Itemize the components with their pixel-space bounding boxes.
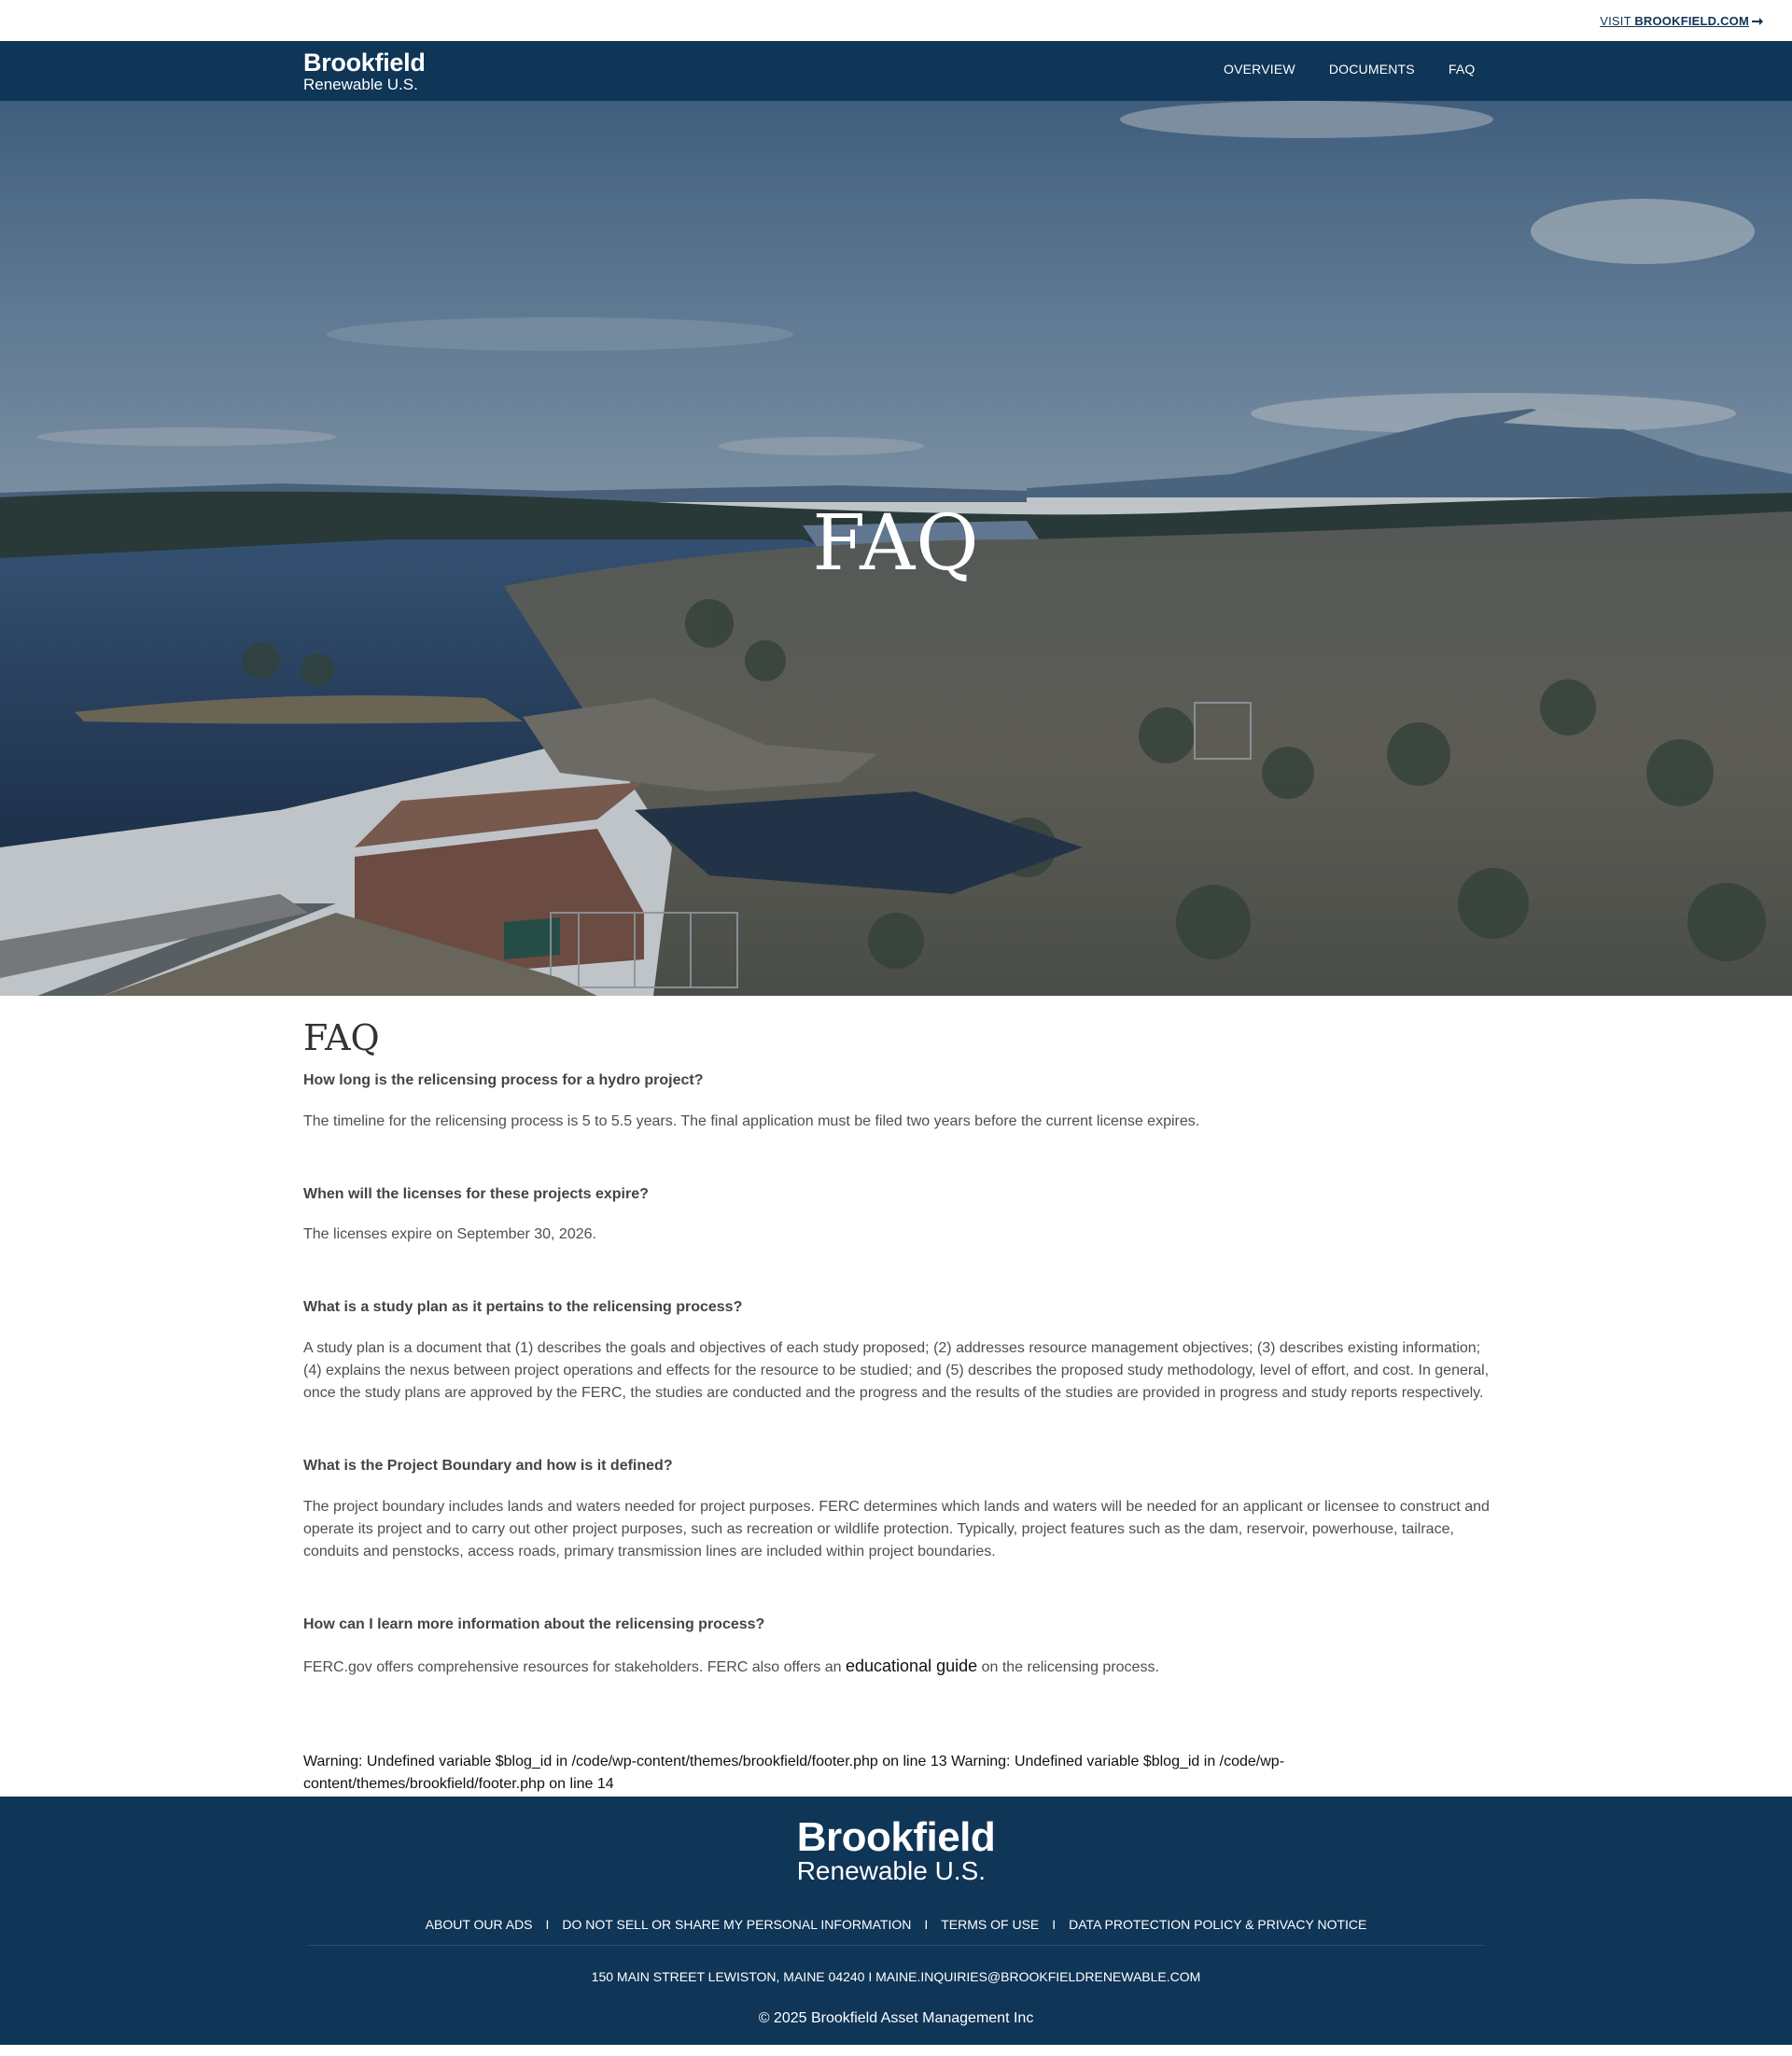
nav-faq[interactable]: FAQ (1449, 62, 1476, 77)
faq-answer-text: on the relicensing process. (977, 1658, 1159, 1675)
faq-answer: A study plan is a document that (1) desc… (303, 1340, 1490, 1402)
faq-answer-text: FERC.gov offers comprehensive resources … (303, 1658, 846, 1675)
faq-question: How can I learn more information about t… (303, 1615, 765, 1632)
footer-divider (308, 1944, 1484, 1946)
faq-answer: The timeline for the relicensing process… (303, 1112, 1200, 1129)
faq-item: How long is the relicensing process for … (303, 1071, 1493, 1133)
utility-bar: VISIT BROOKFIELD.COM (0, 0, 1792, 41)
visit-brookfield-link[interactable]: VISIT BROOKFIELD.COM (1600, 14, 1763, 28)
footer-logo-link[interactable]: Brookfield Renewable U.S. (796, 1813, 996, 1885)
footer-separator: I (924, 1916, 929, 1932)
footer-logo-subtitle: Renewable U.S. (796, 1855, 987, 1885)
faq-item: What is a study plan as it pertains to t… (303, 1298, 1493, 1405)
footer-link-terms[interactable]: TERMS OF USE (941, 1917, 1039, 1932)
arrow-right-icon (1752, 18, 1763, 25)
main-content: FAQ How long is the relicensing process … (303, 996, 1493, 1796)
main-nav: Brookfield Renewable U.S. OVERVIEW DOCUM… (0, 41, 1792, 101)
faq-question: What is a study plan as it pertains to t… (303, 1299, 743, 1316)
hero-banner: FAQ (0, 101, 1792, 996)
faq-question: How long is the relicensing process for … (303, 1071, 704, 1088)
faq-answer: The licenses expire on September 30, 202… (303, 1226, 596, 1243)
footer-link-about-ads[interactable]: ABOUT OUR ADS (426, 1917, 533, 1932)
footer-separator: I (1052, 1916, 1057, 1932)
nav-documents[interactable]: DOCUMENTS (1329, 62, 1415, 77)
nav-overview[interactable]: OVERVIEW (1224, 62, 1295, 77)
footer-logo-brand: Brookfield (796, 1813, 996, 1860)
footer-separator: I (545, 1916, 550, 1932)
educational-guide-link[interactable]: educational guide (846, 1657, 977, 1675)
faq-item: How can I learn more information about t… (303, 1615, 1493, 1679)
hero-title: FAQ (812, 499, 980, 588)
logo-brand: Brookfield (303, 49, 426, 77)
footer-link-privacy[interactable]: DATA PROTECTION POLICY & PRIVACY NOTICE (1069, 1917, 1366, 1932)
faq-answer: FERC.gov offers comprehensive resources … (303, 1655, 1493, 1679)
logo-subtitle: Renewable U.S. (303, 76, 418, 93)
visit-domain: BROOKFIELD.COM (1634, 14, 1749, 28)
faq-item: When will the licenses for these project… (303, 1185, 1493, 1247)
php-warning-text: Warning: Undefined variable $blog_id in … (303, 1753, 1285, 1792)
footer-address: 150 MAIN STREET LEWISTON, MAINE 04240 I … (591, 1968, 1201, 1984)
faq-item: What is the Project Boundary and how is … (303, 1457, 1493, 1563)
faq-question: When will the licenses for these project… (303, 1185, 649, 1202)
footer-links: ABOUT OUR ADS I DO NOT SELL OR SHARE MY PE… (0, 1917, 1792, 1932)
visit-prefix: VISIT (1600, 14, 1635, 28)
brookfield-logo[interactable]: Brookfield Renewable U.S. (303, 49, 426, 93)
footer-copyright: © 2025 Brookfield Asset Management Inc (758, 2009, 1034, 2026)
footer-link-do-not-sell[interactable]: DO NOT SELL OR SHARE MY PERSONAL INFORMA… (562, 1917, 911, 1932)
site-footer: Brookfield Renewable U.S. ABOUT OUR ADS I… (0, 1796, 1792, 2045)
footer-logo: Brookfield Renewable U.S. (0, 1813, 1792, 1885)
faq-answer: The project boundary includes lands and … (303, 1498, 1490, 1559)
nav-links: OVERVIEW DOCUMENTS FAQ (1224, 62, 1475, 77)
faq-question: What is the Project Boundary and how is … (303, 1458, 673, 1475)
page-title: FAQ (303, 1017, 380, 1058)
